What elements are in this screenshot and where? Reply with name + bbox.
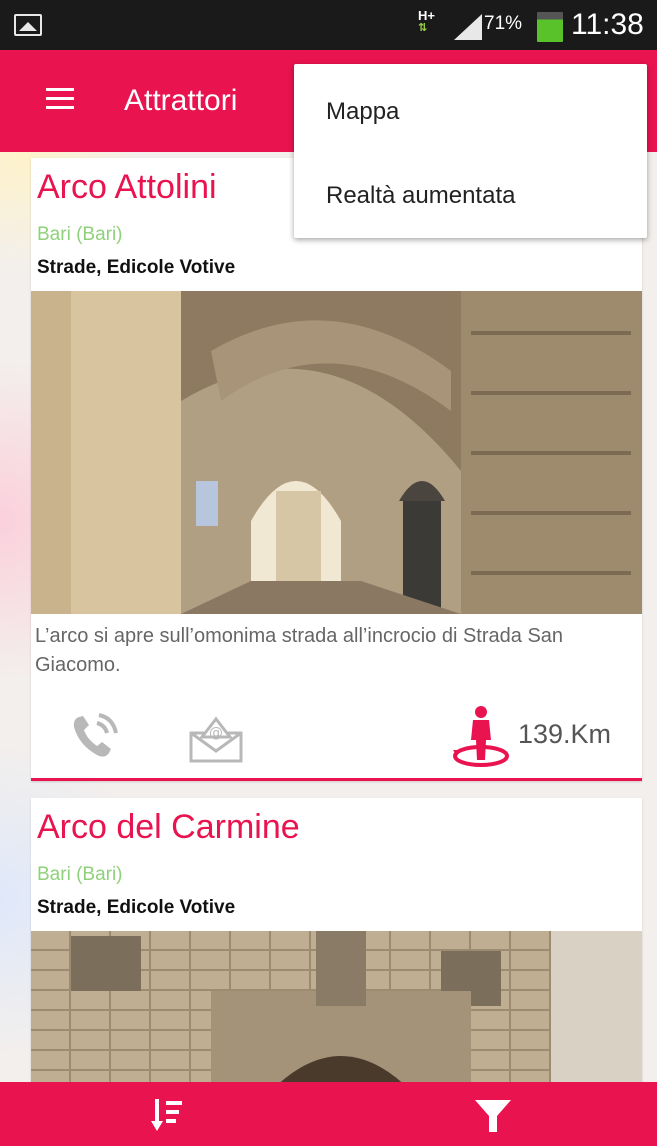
distance-label: 139.Km [518, 719, 612, 749]
filter-icon[interactable] [474, 1098, 512, 1134]
card-city: Bari (Bari) [37, 224, 123, 245]
data-arrows-icon: ⇅ [418, 22, 428, 34]
page-title: Attrattori [124, 84, 238, 117]
battery-percent: 71% [484, 13, 523, 34]
network-type: H+ ⇅ [418, 9, 435, 34]
menu-item-realta-aumentata[interactable]: Realtà aumentata [326, 182, 515, 210]
battery-icon [537, 12, 563, 42]
distance-icon [451, 706, 511, 768]
card-title: Arco del Carmine [37, 808, 300, 846]
phone-icon[interactable] [69, 711, 123, 761]
menu-item-mappa[interactable]: Mappa [326, 98, 399, 126]
card-category: Strade, Edicole Votive [37, 257, 236, 278]
attraction-card[interactable]: Arco Attolini Bari (Bari) Strade, Edicol… [31, 158, 642, 781]
gallery-icon [14, 14, 42, 36]
sort-icon[interactable] [150, 1097, 186, 1133]
card-description: L’arco si apre sull’omonima strada all’i… [35, 625, 564, 676]
status-bar: H+ ⇅ 71% 11:38 [0, 0, 657, 50]
network-label: H+ [418, 8, 435, 23]
card-city: Bari (Bari) [37, 864, 123, 885]
card-title: Arco Attolini [37, 168, 217, 206]
hamburger-icon[interactable] [46, 88, 74, 110]
clock: 11:38 [571, 8, 644, 41]
overflow-menu: Mappa Realtà aumentata [294, 64, 647, 238]
bottom-bar [0, 1082, 657, 1146]
attraction-photo [31, 291, 642, 614]
signal-icon [454, 14, 482, 40]
email-icon[interactable]: @ [188, 715, 244, 763]
attraction-card[interactable]: Arco del Carmine Bari (Bari) Strade, Edi… [31, 798, 642, 1146]
svg-text:@: @ [209, 725, 223, 741]
card-category: Strade, Edicole Votive [37, 897, 236, 918]
